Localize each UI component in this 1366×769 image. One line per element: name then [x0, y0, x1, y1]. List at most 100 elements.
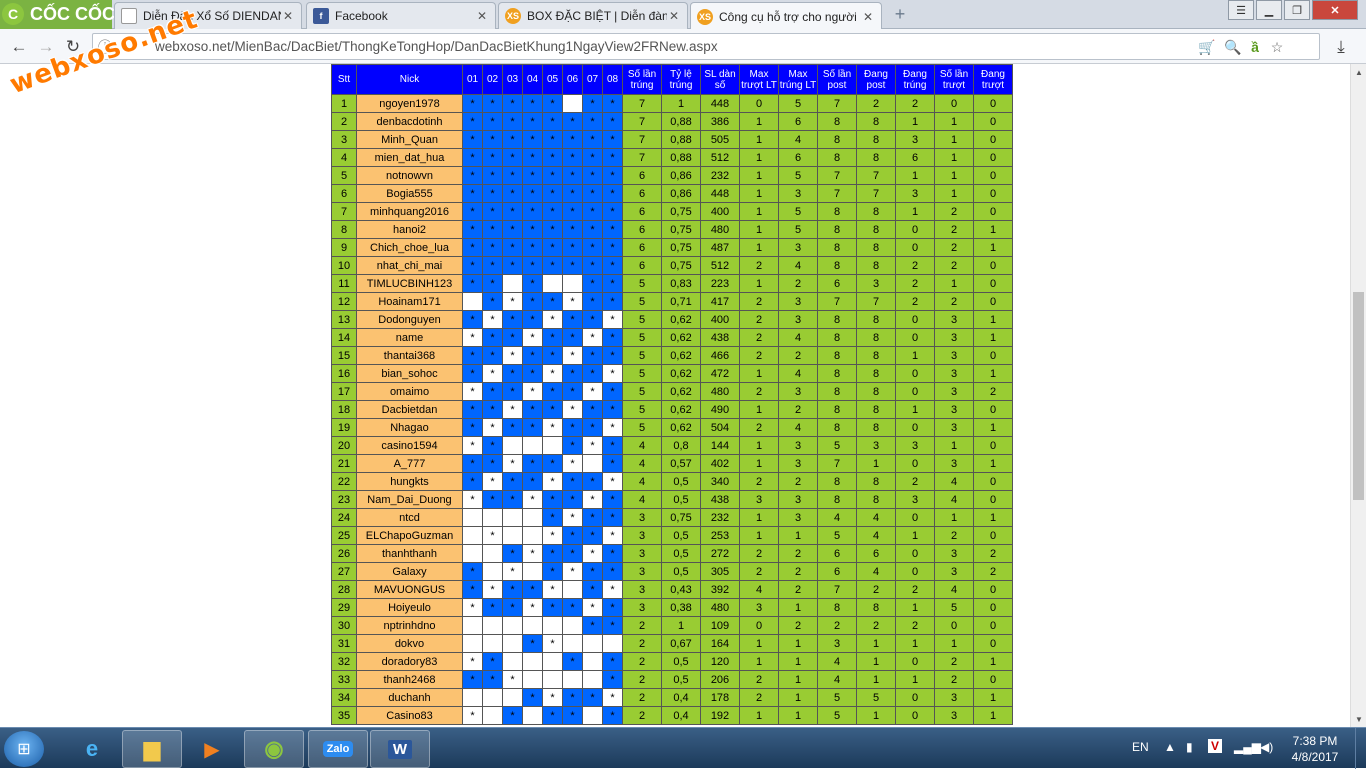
stat-cell: 4 — [856, 526, 896, 545]
show-desktop-button[interactable] — [1355, 728, 1366, 769]
stat-cell: 480 — [700, 382, 740, 401]
day-cell: * — [502, 364, 523, 383]
minimize-button[interactable]: ▁ — [1256, 0, 1282, 20]
taskbar-explorer[interactable]: ▆ — [122, 730, 182, 768]
stat-cell: 0,75 — [661, 202, 701, 221]
taskbar-media[interactable]: ▶ — [182, 730, 242, 768]
start-button[interactable]: ⊞ — [4, 731, 44, 767]
scrollbar-thumb[interactable] — [1353, 292, 1364, 500]
stat-cell: 0,75 — [661, 508, 701, 527]
back-button[interactable]: ← — [8, 36, 30, 58]
row-number: 20 — [331, 436, 357, 455]
nick-cell: minhquang2016 — [356, 202, 463, 221]
stat-cell: 8 — [856, 112, 896, 131]
shopping-cart-icon[interactable]: 🛒 — [1197, 37, 1217, 57]
stat-cell: 0 — [973, 112, 1013, 131]
taskbar-word[interactable]: W — [370, 730, 430, 768]
new-tab-button[interactable]: + — [890, 5, 910, 23]
taskbar-coccoc[interactable]: ◉ — [244, 730, 304, 768]
stat-cell: 487 — [700, 238, 740, 257]
day-cell: * — [582, 382, 603, 401]
day-cell: * — [462, 184, 483, 203]
table-row: 3 Minh_Quan * * * * * * * * 7 0,88 505 1 4 8 8 3 1 0 — [331, 130, 1013, 149]
row-number: 26 — [331, 544, 357, 563]
downloads-button[interactable]: ⤓ — [1330, 36, 1352, 58]
menu-button[interactable]: ☰ — [1228, 0, 1254, 20]
stat-cell: 1 — [739, 220, 779, 239]
stat-cell: 5 — [778, 166, 818, 185]
tab-label: BOX ĐẶC BIỆT | Diễn đàn — [527, 9, 667, 23]
day-cell: * — [522, 238, 543, 257]
day-cell: * — [582, 166, 603, 185]
day-cell — [482, 562, 503, 581]
taskbar-ie[interactable]: e — [62, 730, 122, 768]
day-cell — [482, 544, 503, 563]
volume-icon[interactable]: ◀) — [1260, 740, 1273, 754]
address-input[interactable]: ⓘ webxoso.net/MienBac/DacBiet/ThongKeTon… — [92, 33, 1320, 60]
day-cell: * — [502, 598, 523, 617]
vertical-scrollbar[interactable]: ▲ ▼ — [1350, 64, 1366, 727]
stat-cell: 8 — [817, 202, 857, 221]
row-number: 32 — [331, 652, 357, 671]
day-cell: * — [462, 148, 483, 167]
stat-cell: 0 — [973, 526, 1013, 545]
table-row: 29 Hoiyeulo * * * * * * * * 3 0,38 480 3 1 8 8 1 5 0 — [331, 598, 1013, 617]
close-tab-icon[interactable]: ✕ — [667, 9, 681, 23]
close-tab-icon[interactable]: ✕ — [475, 9, 489, 23]
stat-cell: 7 — [622, 94, 662, 113]
day-cell: * — [462, 364, 483, 383]
day-cell: * — [562, 652, 583, 671]
scroll-up-icon[interactable]: ▲ — [1351, 64, 1366, 80]
stat-cell: 3 — [934, 346, 974, 365]
network-signal-icon[interactable]: ▂▄▆ — [1234, 740, 1261, 754]
stat-cell: 1 — [934, 130, 974, 149]
day-cell: * — [502, 310, 523, 329]
tab-cong-cu[interactable]: XS Công cụ hỗ trợ cho người ✕ — [690, 2, 882, 30]
stat-cell: 1 — [739, 436, 779, 455]
row-number: 1 — [331, 94, 357, 113]
day-cell: * — [582, 580, 603, 599]
stat-cell: 7 — [622, 130, 662, 149]
show-hidden-icons-icon[interactable]: ▲ — [1164, 740, 1176, 754]
close-tab-icon[interactable]: ✕ — [861, 10, 875, 24]
day-cell: * — [522, 148, 543, 167]
language-indicator[interactable]: EN — [1132, 740, 1149, 754]
stat-cell: 5 — [622, 400, 662, 419]
day-cell: * — [462, 256, 483, 275]
day-cell: * — [602, 400, 623, 419]
nick-cell: bian_sohoc — [356, 364, 463, 383]
taskbar-zalo[interactable]: Zalo — [308, 730, 368, 768]
day-cell: * — [482, 256, 503, 275]
tab-box-dac-biet[interactable]: XS BOX ĐẶC BIỆT | Diễn đàn ✕ — [498, 2, 688, 29]
day-cell: * — [562, 382, 583, 401]
stat-cell: 3 — [895, 436, 935, 455]
stat-cell: 1 — [973, 418, 1013, 437]
stat-cell: 3 — [934, 544, 974, 563]
tab-facebook[interactable]: f Facebook ✕ — [306, 2, 496, 29]
stat-cell: 400 — [700, 202, 740, 221]
table-row: 30 nptrinhdno * * 2 1 109 0 2 2 2 2 0 0 — [331, 616, 1013, 635]
day-cell: * — [602, 202, 623, 221]
antivirus-icon[interactable]: V — [1208, 739, 1223, 753]
battery-icon[interactable]: ▮ — [1186, 740, 1193, 754]
bookmark-star-icon[interactable]: ☆ — [1267, 37, 1287, 57]
day-cell: * — [542, 148, 563, 167]
stat-cell: 6 — [895, 148, 935, 167]
stat-cell: 448 — [700, 94, 740, 113]
coccoc-logo[interactable]: C CỐC CỐC — [2, 3, 115, 25]
day-cell: * — [502, 292, 523, 311]
translate-icon[interactable]: ầ — [1245, 37, 1265, 57]
zoom-icon[interactable]: 🔍 — [1223, 37, 1243, 57]
close-tab-icon[interactable]: ✕ — [281, 9, 295, 23]
stat-cell: 0,88 — [661, 112, 701, 131]
day-cell: * — [602, 436, 623, 455]
scroll-down-icon[interactable]: ▼ — [1351, 711, 1366, 727]
day-cell — [522, 436, 543, 455]
stat-cell: 2 — [778, 346, 818, 365]
close-window-button[interactable]: ✕ — [1312, 0, 1358, 20]
row-number: 22 — [331, 472, 357, 491]
maximize-button[interactable]: ❐ — [1284, 0, 1310, 20]
system-clock[interactable]: 7:38 PM 4/8/2017 — [1285, 733, 1345, 765]
day-cell: * — [482, 418, 503, 437]
row-number: 9 — [331, 238, 357, 257]
